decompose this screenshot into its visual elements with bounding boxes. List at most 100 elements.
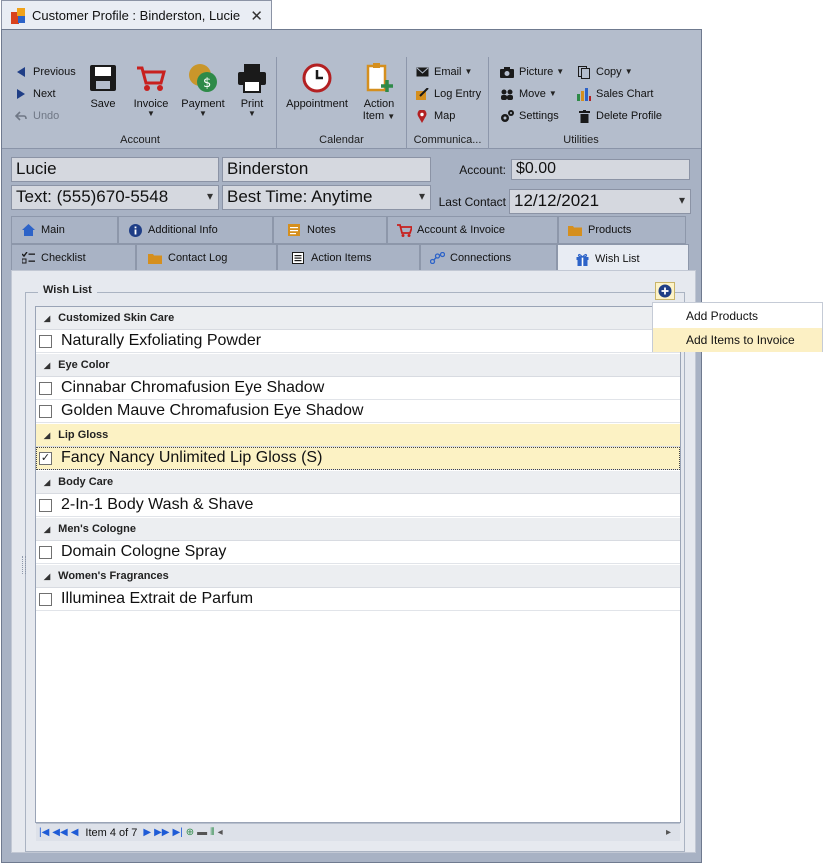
tab-additional-info[interactable]: Additional Info — [118, 216, 273, 244]
action-item-button[interactable]: Action Item ▼ — [359, 62, 399, 122]
first-name-field[interactable]: Lucie — [11, 157, 219, 182]
group-header[interactable]: ◢ Women's Fragrances — [36, 565, 680, 588]
add-button[interactable] — [655, 282, 675, 300]
picture-label: Picture — [519, 66, 554, 78]
tab-notes[interactable]: Notes — [273, 216, 387, 244]
previous-label: Previous — [33, 66, 76, 78]
group-header[interactable]: ◢ Men's Cologne — [36, 518, 680, 541]
action-item-label-1: Action — [363, 98, 395, 110]
connections-icon — [429, 252, 445, 264]
group-header[interactable]: ◢ Eye Color — [36, 354, 680, 377]
previous-button[interactable]: Previous — [14, 63, 76, 81]
tab-products[interactable]: Products — [558, 216, 686, 244]
splitter-grip[interactable] — [22, 556, 26, 574]
undo-label: Undo — [33, 110, 60, 122]
item-label: Fancy Nancy Unlimited Lip Gloss (S) — [61, 449, 323, 466]
next-button[interactable]: Next — [14, 85, 56, 103]
menu-item-add-products[interactable]: Add Products — [653, 304, 822, 328]
last-contact-field[interactable]: 12/12/2021 — [509, 189, 691, 214]
plus-circle-icon — [658, 284, 672, 298]
tab-checklist-label: Checklist — [41, 252, 86, 264]
print-button[interactable]: Print ▼ — [235, 62, 269, 118]
tab-contact-log[interactable]: Contact Log — [136, 244, 277, 272]
group-header[interactable]: ◢ Body Care — [36, 471, 680, 494]
item-checkbox[interactable] — [39, 381, 52, 395]
item-checkbox[interactable] — [39, 592, 52, 606]
last-name-field[interactable]: Binderston — [222, 157, 431, 182]
previous-record-icon[interactable]: ◀ — [71, 827, 79, 838]
collapse-icon[interactable]: ◢ — [44, 431, 50, 440]
group-header[interactable]: ◢ Customized Skin Care — [36, 307, 680, 330]
tab-notes-label: Notes — [307, 224, 336, 236]
action-item-label-2: Item — [362, 110, 385, 122]
list-item[interactable]: Cinnabar Chromafusion Eye Shadow — [36, 377, 680, 400]
close-icon[interactable]: ✕ — [250, 7, 263, 25]
copy-button[interactable]: Copy ▼ — [577, 63, 633, 81]
home-icon — [20, 224, 36, 236]
appointment-button[interactable]: Appointment — [285, 62, 349, 110]
previous-page-icon[interactable]: ◀◀ — [52, 827, 67, 838]
item-label: Cinnabar Chromafusion Eye Shadow — [61, 379, 325, 396]
record-position: Item 4 of 7 — [85, 826, 138, 839]
tab-connections[interactable]: Connections — [420, 244, 557, 272]
append-icon[interactable]: ⊕ — [186, 827, 194, 838]
wish-list-grid[interactable]: ◢ Customized Skin Care Naturally Exfoliat… — [35, 306, 681, 823]
tab-checklist[interactable]: Checklist — [11, 244, 136, 272]
tab-account-invoice-label: Account & Invoice — [417, 224, 506, 236]
invoice-button[interactable]: Invoice ▼ — [131, 62, 171, 118]
collapse-icon[interactable]: ◢ — [44, 361, 50, 370]
map-button[interactable]: Map — [415, 107, 455, 125]
delete-profile-label: Delete Profile — [596, 110, 663, 122]
document-tab[interactable]: Customer Profile : Binderston, Lucie ✕ — [1, 0, 272, 30]
group-name: Lip Gloss — [58, 429, 109, 441]
item-checkbox[interactable] — [39, 334, 52, 348]
log-entry-button[interactable]: Log Entry — [415, 85, 481, 103]
collapse-icon[interactable]: ◢ — [44, 572, 50, 581]
email-button[interactable]: Email ▼ — [415, 63, 472, 81]
list-item[interactable]: Illuminea Extrait de Parfum — [36, 588, 680, 611]
tab-account-invoice[interactable]: Account & Invoice — [387, 216, 558, 244]
next-record-icon[interactable]: ▶ — [143, 827, 151, 838]
sales-chart-button[interactable]: Sales Chart — [577, 85, 653, 103]
undo-button[interactable]: Undo — [14, 107, 59, 125]
first-record-icon[interactable]: |◀ — [39, 827, 49, 838]
list-item-selected[interactable]: ✓ Fancy Nancy Unlimited Lip Gloss (S) — [36, 447, 680, 470]
picture-button[interactable]: Picture ▼ — [500, 63, 564, 81]
group-header[interactable]: ◢ Lip Gloss — [36, 424, 680, 447]
save-button[interactable]: Save — [88, 62, 118, 110]
payment-button[interactable]: $ Payment ▼ — [180, 62, 226, 118]
wish-list-title: Wish List — [38, 284, 97, 296]
tab-main[interactable]: Main — [11, 216, 118, 244]
edit-record-icon[interactable]: ⦀ — [210, 827, 214, 838]
cart-icon — [137, 66, 166, 91]
collapse-icon[interactable]: ◢ — [44, 314, 50, 323]
list-item[interactable]: Naturally Exfoliating Powder — [36, 330, 680, 353]
email-icon — [415, 67, 429, 77]
appointment-label: Appointment — [286, 98, 348, 110]
last-record-icon[interactable]: ▶| — [172, 827, 182, 838]
scroll-left-icon[interactable]: ◂ — [218, 827, 223, 838]
item-checkbox[interactable]: ✓ — [39, 451, 52, 465]
item-checkbox[interactable] — [39, 498, 52, 512]
list-item[interactable]: Domain Cologne Spray — [36, 541, 680, 564]
scroll-right-icon[interactable]: ▸ — [666, 827, 671, 838]
tab-main-label: Main — [41, 224, 65, 236]
collapse-icon[interactable]: ◢ — [44, 525, 50, 534]
list-item[interactable]: Golden Mauve Chromafusion Eye Shadow — [36, 400, 680, 423]
delete-record-icon[interactable]: ▬ — [197, 827, 207, 838]
phone-field[interactable]: Text: (555)670-5548 — [11, 185, 219, 210]
copy-icon — [577, 65, 591, 79]
account-label: Account: — [459, 163, 506, 177]
item-checkbox[interactable] — [39, 404, 52, 418]
map-label: Map — [434, 110, 456, 122]
next-page-icon[interactable]: ▶▶ — [154, 827, 169, 838]
list-item[interactable]: 2-In-1 Body Wash & Shave — [36, 494, 680, 517]
delete-profile-button[interactable]: Delete Profile — [577, 107, 662, 125]
move-button[interactable]: Move ▼ — [500, 85, 557, 103]
menu-item-add-items-to-invoice[interactable]: Add Items to Invoice — [653, 328, 822, 352]
best-time-field[interactable]: Best Time: Anytime — [222, 185, 431, 210]
tab-action-items[interactable]: Action Items — [277, 244, 420, 272]
item-checkbox[interactable] — [39, 545, 52, 559]
collapse-icon[interactable]: ◢ — [44, 478, 50, 487]
settings-button[interactable]: Settings — [500, 107, 559, 125]
